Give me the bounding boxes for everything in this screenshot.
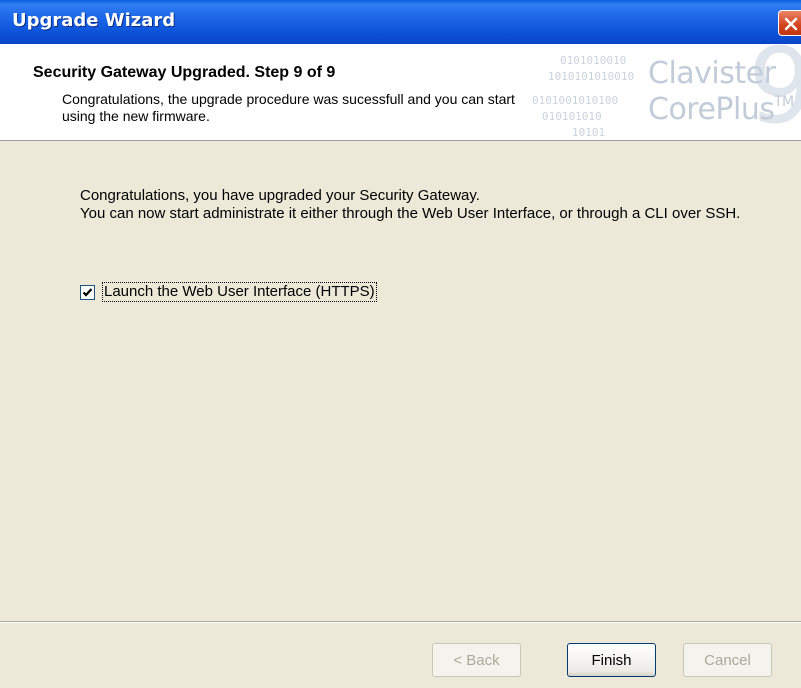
logo-trademark: TM bbox=[774, 94, 794, 110]
logo-text-coreplus: CorePlus bbox=[648, 92, 775, 127]
title-bar[interactable]: Upgrade Wizard bbox=[0, 0, 801, 44]
binary-pattern: 1010101010010 bbox=[548, 70, 635, 83]
cancel-button[interactable]: Cancel bbox=[683, 643, 772, 677]
binary-pattern: 0101010010 bbox=[560, 54, 627, 67]
step-description: Congratulations, the upgrade procedure w… bbox=[62, 91, 515, 124]
finish-button[interactable]: Finish bbox=[567, 643, 656, 677]
binary-pattern: 010101010 bbox=[542, 110, 602, 123]
checkmark-icon bbox=[82, 287, 93, 297]
logo-text-clavister: Clavister bbox=[648, 56, 776, 91]
step-title: Security Gateway Upgraded. Step 9 of 9 bbox=[33, 64, 336, 81]
launch-web-ui-option[interactable]: Launch the Web User Interface (HTTPS) bbox=[80, 282, 377, 302]
completion-line-2: You can now start administrate it either… bbox=[80, 205, 741, 222]
launch-web-ui-checkbox[interactable] bbox=[80, 284, 95, 300]
launch-web-ui-label[interactable]: Launch the Web User Interface (HTTPS) bbox=[102, 282, 377, 302]
footer-divider bbox=[0, 621, 801, 623]
binary-pattern: 10101 bbox=[572, 126, 606, 139]
close-button[interactable] bbox=[778, 10, 801, 36]
wizard-content: Congratulations, you have upgraded your … bbox=[0, 141, 801, 619]
binary-pattern: 0101001010100 bbox=[532, 94, 619, 107]
wizard-header: Security Gateway Upgraded. Step 9 of 9 C… bbox=[0, 44, 801, 141]
completion-message: Congratulations, you have upgraded your … bbox=[80, 187, 760, 223]
completion-line-1: Congratulations, you have upgraded your … bbox=[80, 187, 480, 204]
back-button[interactable]: < Back bbox=[432, 643, 521, 677]
clavister-logo: 0101010010 1010101010010 0101001010100 0… bbox=[520, 44, 801, 140]
window-title: Upgrade Wizard bbox=[12, 10, 176, 31]
close-icon bbox=[784, 17, 798, 31]
